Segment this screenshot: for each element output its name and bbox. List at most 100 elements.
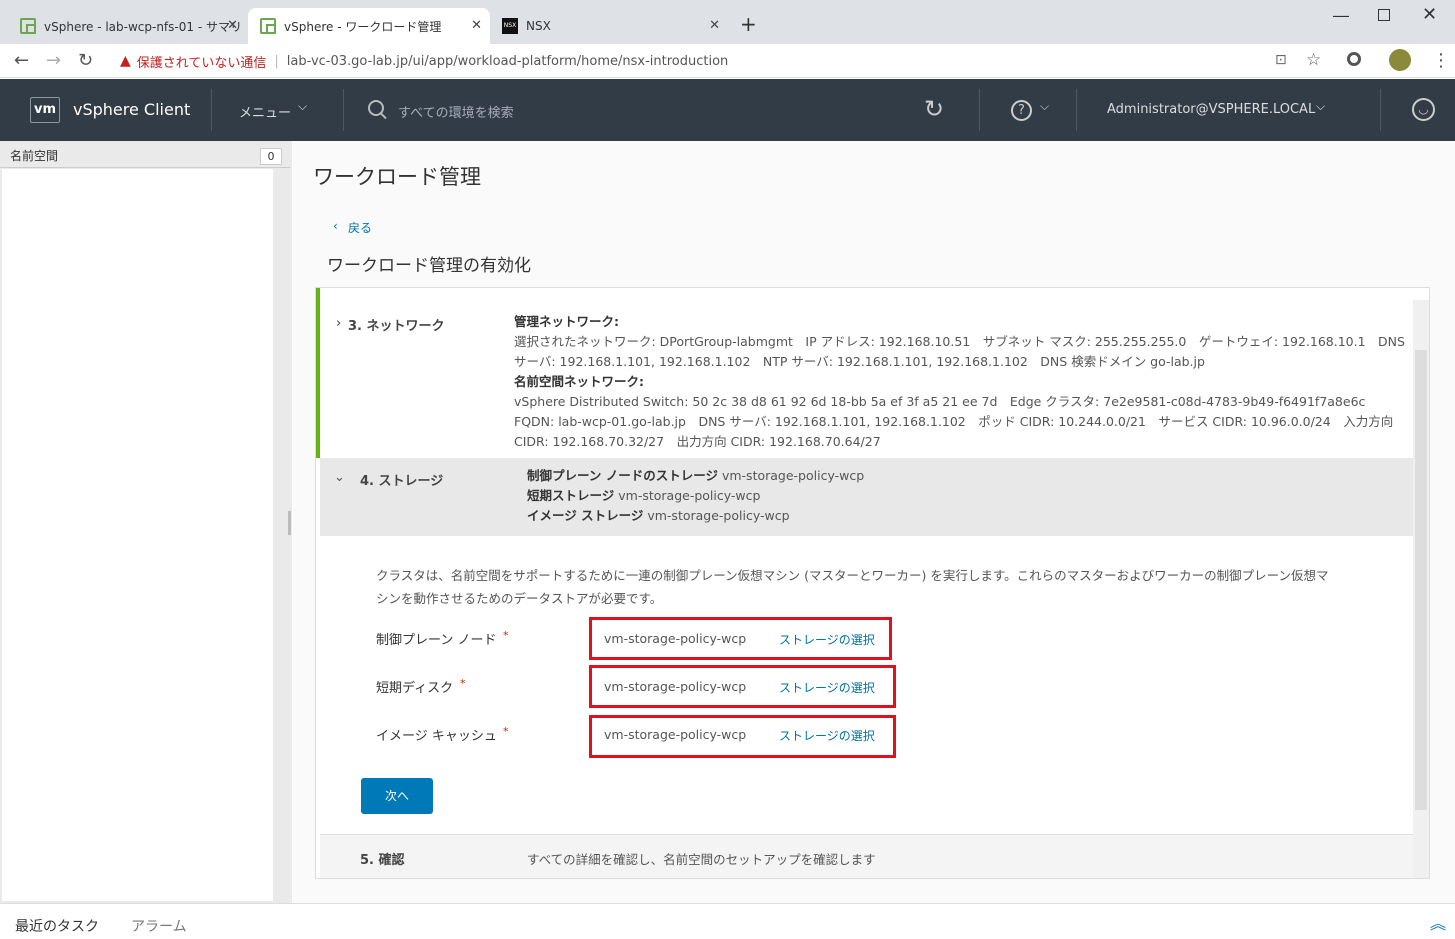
close-icon[interactable]: ✕ (227, 18, 238, 33)
required-mark: * (503, 629, 509, 642)
ns-network-line: vSphere Distributed Switch: 50 2c 38 d8 … (514, 394, 1366, 409)
divider (979, 89, 980, 131)
required-mark: * (460, 677, 466, 690)
recent-tasks-tab[interactable]: 最近のタスク (15, 916, 99, 936)
storage-summary-item: 制御プレーン ノードのストレージ vm-storage-policy-wcp (527, 468, 865, 483)
tab-title: vSphere - lab-wcp-nfs-01 - サマリ (44, 19, 242, 34)
storage-summary-item: イメージ ストレージ vm-storage-policy-wcp (527, 508, 790, 523)
vsphere-favicon-icon (260, 18, 276, 34)
select-storage-link[interactable]: ストレージの選択 (779, 631, 875, 648)
browser-menu-icon[interactable]: ⋮ (1432, 50, 1450, 71)
close-icon[interactable]: ✕ (709, 18, 720, 33)
storage-value: vm-storage-policy-wcp (604, 679, 747, 694)
storage-field: vm-storage-policy-wcp ストレージの選択 (589, 617, 892, 660)
browser-tab-active[interactable]: vSphere - ワークロード管理 ✕ (248, 8, 490, 44)
divider (211, 89, 212, 131)
count-badge: 0 (260, 148, 282, 165)
storage-summary: 制御プレーン ノードのストレージ vm-storage-policy-wcp 短… (527, 466, 864, 526)
app-name[interactable]: vSphere Client (73, 100, 190, 119)
storage-value: vm-storage-policy-wcp (604, 727, 747, 742)
step-storage-label: 4. ストレージ (360, 474, 444, 489)
chevron-down-icon: ⌄ (334, 470, 345, 485)
mgmt-network-heading: 管理ネットワーク: (514, 314, 619, 329)
minimize-icon[interactable]: ― (1333, 6, 1349, 25)
storage-step-header[interactable]: ⌄ 4. ストレージ 制御プレーン ノードのストレージ vm-storage-p… (320, 458, 1413, 536)
new-tab-button[interactable]: + (740, 12, 757, 36)
translate-icon[interactable]: ⊡ (1275, 52, 1287, 68)
divider (343, 89, 344, 131)
scrollbar[interactable] (1413, 300, 1429, 878)
app-header: vm vSphere Client メニュー ⌵ すべての環境を検索 ↻ ? ⌵… (0, 79, 1455, 141)
field-label: イメージ キャッシュ (376, 729, 497, 744)
window-close-icon[interactable]: ✕ (1422, 4, 1437, 25)
reload-icon[interactable]: ↻ (78, 50, 93, 71)
security-status[interactable]: 保護されていない通信 (137, 52, 267, 71)
browser-tab[interactable]: NSX NSX ✕ (490, 8, 728, 44)
chevron-down-icon: ⌵ (1040, 99, 1050, 113)
namespace-tree[interactable] (2, 169, 273, 901)
splitter-handle[interactable] (288, 511, 291, 535)
url-text[interactable]: lab-vc-03.go-lab.jp/ui/app/workload-plat… (287, 54, 729, 69)
global-search-input[interactable]: すべての環境を検索 (398, 102, 514, 121)
select-storage-link[interactable]: ストレージの選択 (779, 727, 875, 744)
step-confirm-label: 5. 確認 (360, 853, 405, 868)
maximize-icon[interactable] (1378, 9, 1390, 21)
browser-tab-bar: vSphere - lab-wcp-nfs-01 - サマリ ✕ vSphere… (0, 0, 1455, 44)
vsphere-favicon-icon (20, 18, 36, 34)
address-bar: ← → ↻ ▲ 保護されていない通信 | lab-vc-03.go-lab.jp… (0, 44, 1455, 78)
nsx-favicon-icon: NSX (502, 18, 518, 34)
warning-icon: ▲ (120, 53, 131, 69)
divider (1076, 89, 1077, 131)
back-arrow-icon[interactable]: ← (14, 50, 29, 71)
forward-arrow-icon[interactable]: → (46, 50, 61, 71)
namespace-panel-header: 名前空間 0 (0, 144, 290, 168)
tab-title: NSX (526, 19, 551, 33)
mgmt-network-line: サーバ: 192.168.1.101, 192.168.1.102 NTP サー… (514, 354, 1205, 369)
close-icon[interactable]: ✕ (471, 18, 482, 33)
tab-title: vSphere - ワークロード管理 (284, 19, 442, 34)
scrollbar-thumb[interactable] (1415, 350, 1427, 810)
feedback-smiley-icon[interactable]: ◡ (1412, 98, 1435, 121)
field-label: 短期ディスク (376, 681, 454, 696)
network-summary: 管理ネットワーク: 選択されたネットワーク: DPortGroup-labmgm… (514, 312, 1405, 452)
refresh-icon[interactable]: ↻ (924, 95, 944, 123)
storage-field: vm-storage-policy-wcp ストレージの選択 (589, 715, 896, 758)
divider: | (274, 53, 279, 69)
step-network-label[interactable]: 3. ネットワーク (348, 315, 445, 334)
ns-network-line: CIDR: 192.168.70.32/27 出力方向 CIDR: 192.16… (514, 434, 881, 449)
ns-network-heading: 名前空間ネットワーク: (514, 374, 644, 389)
wizard-card: › 3. ネットワーク 管理ネットワーク: 選択されたネットワーク: DPort… (315, 287, 1430, 879)
star-icon[interactable]: ☆ (1306, 50, 1321, 70)
bottom-panel-bar: 最近のタスク アラーム ︽ (0, 903, 1455, 939)
vm-logo[interactable]: vm (30, 97, 60, 123)
alarms-tab[interactable]: アラーム (131, 916, 187, 936)
active-step-indicator (316, 288, 320, 458)
search-icon-handle (380, 112, 387, 120)
storage-summary-item: 短期ストレージ vm-storage-policy-wcp (527, 488, 761, 503)
chevron-down-icon: ⌵ (1316, 99, 1326, 113)
user-menu[interactable]: Administrator@VSPHERE.LOCAL (1107, 102, 1315, 117)
select-storage-link[interactable]: ストレージの選択 (779, 679, 875, 696)
divider (1380, 89, 1381, 131)
chevron-down-icon: ⌵ (298, 99, 308, 113)
chevron-left-icon[interactable]: ‹ (333, 219, 338, 233)
storage-field: vm-storage-policy-wcp ストレージの選択 (589, 665, 896, 708)
field-label: 制御プレーン ノード (376, 633, 497, 648)
back-link[interactable]: 戻る (348, 219, 372, 236)
confirm-step[interactable]: 5. 確認 すべての詳細を確認し、名前空間のセットアップを確認します (320, 834, 1413, 878)
next-button[interactable]: 次へ (361, 778, 433, 814)
required-mark: * (503, 725, 509, 738)
panel-title: 名前空間 (10, 149, 59, 163)
help-icon[interactable]: ? (1011, 100, 1032, 121)
expand-up-icon[interactable]: ︽ (1430, 910, 1446, 934)
profile-avatar[interactable] (1389, 49, 1411, 71)
storage-description: クラスタは、名前空間をサポートするために一連の制御プレーン仮想マシン (マスター… (376, 568, 1329, 606)
browser-tab[interactable]: vSphere - lab-wcp-nfs-01 - サマリ ✕ (8, 8, 246, 44)
menu-button[interactable]: メニュー (239, 102, 291, 121)
extension-icon[interactable] (1347, 52, 1361, 66)
step-confirm-description: すべての詳細を確認し、名前空間のセットアップを確認します (527, 852, 876, 867)
omnibox[interactable]: ▲ 保護されていない通信 | lab-vc-03.go-lab.jp/ui/ap… (110, 48, 1332, 74)
main-content: ワークロード管理 ‹ 戻る ワークロード管理の有効化 › 3. ネットワーク 管… (293, 141, 1455, 903)
chevron-right-icon[interactable]: › (336, 316, 341, 331)
namespace-panel: 名前空間 0 (0, 141, 292, 903)
